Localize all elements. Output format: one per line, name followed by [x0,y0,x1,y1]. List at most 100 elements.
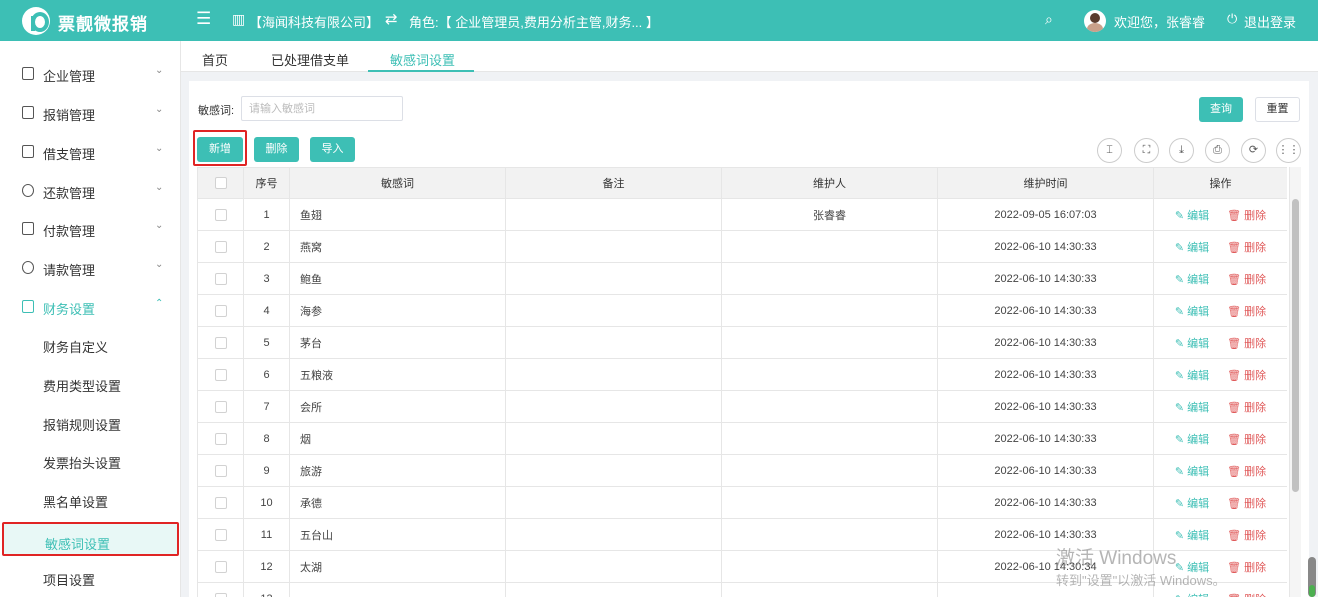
sidebar-item-loan[interactable]: 借支管理 ⌄ [0,132,181,171]
sidebar-item-request[interactable]: 请款管理 ⌄ [0,248,181,287]
table-scrollbar[interactable] [1289,167,1301,597]
sidebar-item-payment[interactable]: 付款管理 ⌄ [0,209,181,248]
delete-link[interactable]: 🗑 删除 [1227,498,1266,510]
sidebar-subitem-label: 报销规则设置 [43,418,122,433]
row-checkbox[interactable] [214,560,227,573]
delete-link[interactable]: 🗑 删除 [1227,338,1266,350]
row-checkbox[interactable] [214,272,227,285]
delete-button[interactable]: 删除 [254,137,299,162]
logout-link[interactable]: 退出登录 [1244,12,1296,31]
tab-processed-loans[interactable]: 已处理借支单 [271,50,349,69]
menu-collapse-icon[interactable]: ☰ [196,9,211,29]
row-checkbox-cell[interactable] [197,390,244,423]
sidebar-item-repayment[interactable]: 还款管理 ⌄ [0,171,181,210]
delete-link[interactable]: 🗑 删除 [1227,306,1266,318]
delete-link[interactable]: 🗑 删除 [1227,594,1266,597]
row-checkbox-cell[interactable] [197,230,244,263]
delete-link[interactable]: 🗑 删除 [1227,274,1266,286]
row-checkbox[interactable] [214,496,227,509]
row-checkbox-cell[interactable] [197,358,244,391]
row-checkbox[interactable] [214,368,227,381]
sidebar-subitem-invoice-title[interactable]: 发票抬头设置 [0,441,181,480]
search-label: 敏感词: [198,105,235,117]
sidebar-item-finance-settings[interactable]: 财务设置 ⌃ [0,287,181,326]
row-checkbox-cell[interactable] [197,518,244,551]
chevron-down-icon: ⌄ [155,104,164,115]
column-grid-icon[interactable]: ⋮⋮ [1276,138,1301,163]
sidebar-item-enterprise[interactable]: 企业管理 ⌄ [0,54,181,93]
sidebar-subitem-sensitive-words[interactable]: 敏感词设置 [2,522,179,556]
select-all-checkbox-cell[interactable] [197,167,244,199]
edit-link[interactable]: ✎ 编辑 [1175,338,1209,350]
switch-arrows-icon[interactable]: ⇄ [385,10,398,28]
sidebar-subitem-expense-type[interactable]: 费用类型设置 [0,364,181,403]
row-checkbox-cell[interactable] [197,550,244,583]
row-checkbox[interactable] [214,432,227,445]
edit-link[interactable]: ✎ 编辑 [1175,530,1209,542]
reset-button[interactable]: 重置 [1255,97,1300,122]
fullscreen-icon[interactable]: ⛶ [1134,138,1159,163]
company-name[interactable]: 【海闻科技有限公司】 [249,12,379,31]
sidebar-subitem-blacklist[interactable]: 黑名单设置 [0,480,181,519]
delete-link[interactable]: 🗑 删除 [1227,530,1266,542]
edit-link[interactable]: ✎ 编辑 [1175,210,1209,222]
edit-link[interactable]: ✎ 编辑 [1175,434,1209,446]
edit-link[interactable]: ✎ 编辑 [1175,274,1209,286]
edit-link[interactable]: ✎ 编辑 [1175,466,1209,478]
row-maintained-time: 2022-06-10 14:30:33 [937,486,1154,519]
delete-link[interactable]: 🗑 删除 [1227,242,1266,254]
sidebar-item-label: 付款管理 [43,224,96,239]
sidebar-subitem-project[interactable]: 项目设置 [0,558,181,597]
edit-link[interactable]: ✎ 编辑 [1175,402,1209,414]
delete-link[interactable]: 🗑 删除 [1227,210,1266,222]
refresh-icon[interactable]: ⟳ [1241,138,1266,163]
row-checkbox[interactable] [214,528,227,541]
edit-link[interactable]: ✎ 编辑 [1175,242,1209,254]
sidebar-item-reimbursement[interactable]: 报销管理 ⌄ [0,93,181,132]
query-button[interactable]: 查询 [1199,97,1243,122]
download-icon[interactable]: ⤓ [1169,138,1194,163]
row-checkbox-cell[interactable] [197,294,244,327]
delete-link[interactable]: 🗑 删除 [1227,466,1266,478]
row-checkbox[interactable] [214,464,227,477]
edit-link[interactable]: ✎ 编辑 [1175,370,1209,382]
row-checkbox[interactable] [214,304,227,317]
sensitive-word-search-input[interactable] [241,96,403,121]
text-format-icon[interactable]: ⌶ [1097,138,1122,163]
row-checkbox[interactable] [214,592,227,597]
search-icon[interactable]: ⌕ [1045,11,1053,28]
row-actions: ✎ 编辑 🗑 删除 [1153,358,1287,391]
delete-link[interactable]: 🗑 删除 [1227,434,1266,446]
row-checkbox-cell[interactable] [197,262,244,295]
sidebar-subitem-finance-custom[interactable]: 财务自定义 [0,325,181,364]
delete-link[interactable]: 🗑 删除 [1227,370,1266,382]
add-button[interactable]: 新增 [197,137,243,162]
tab-sensitive-words[interactable]: 敏感词设置 [390,50,455,69]
row-checkbox-cell[interactable] [197,486,244,519]
row-checkbox[interactable] [214,336,227,349]
delete-link[interactable]: 🗑 删除 [1227,562,1266,574]
row-checkbox-cell[interactable] [197,422,244,455]
select-all-checkbox[interactable] [214,177,227,190]
row-checkbox-cell[interactable] [197,454,244,487]
row-checkbox[interactable] [214,400,227,413]
sidebar-subitem-label: 费用类型设置 [43,379,122,394]
sidebar-subitem-reimburse-rules[interactable]: 报销规则设置 [0,403,181,442]
row-checkbox-cell[interactable] [197,326,244,359]
row-checkbox-cell[interactable] [197,582,244,597]
import-button[interactable]: 导入 [310,137,355,162]
receipt-icon [22,106,34,119]
edit-link[interactable]: ✎ 编辑 [1175,306,1209,318]
delete-link[interactable]: 🗑 删除 [1227,402,1266,414]
edit-link[interactable]: ✎ 编辑 [1175,498,1209,510]
role-label[interactable]: 角色:【 企业管理员,费用分析主管,财务... 】 [409,12,659,31]
row-checkbox-cell[interactable] [197,198,244,231]
row-checkbox[interactable] [214,208,227,221]
table-scroll-thumb[interactable] [1292,199,1299,492]
row-checkbox[interactable] [214,240,227,253]
logout-icon[interactable]: ⏻ [1227,11,1237,27]
print-icon[interactable]: ⎙ [1205,138,1230,163]
avatar[interactable] [1084,10,1106,32]
edit-link[interactable]: ✎ 编辑 [1175,594,1209,597]
tab-home[interactable]: 首页 [202,50,228,69]
